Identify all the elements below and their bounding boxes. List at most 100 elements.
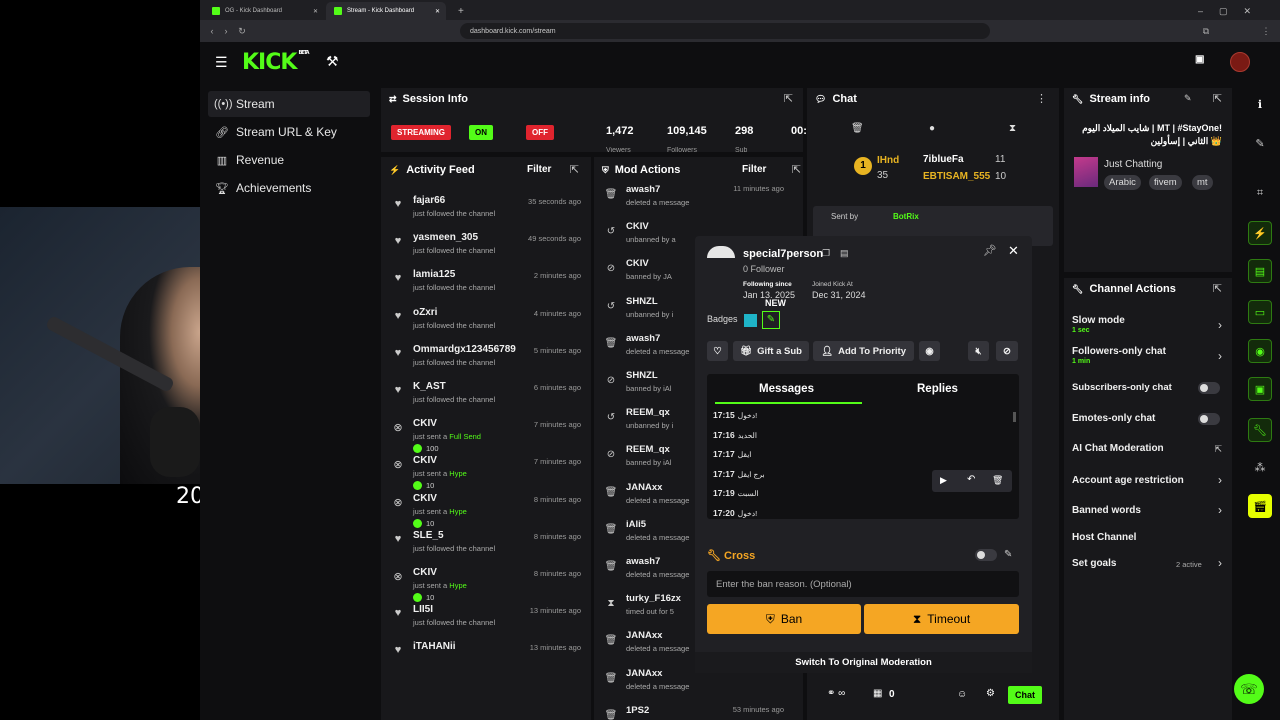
clapper-icon[interactable]: 🎬︎: [1248, 494, 1272, 518]
activity-filter-button[interactable]: Filter: [527, 164, 551, 175]
activity-item[interactable]: ♥ oZxri 4 minutes ago just followed the cha…: [391, 304, 581, 341]
popout-icon[interactable]: ⇱: [792, 163, 801, 176]
store-icon[interactable]: ▦: [873, 688, 882, 699]
on-toggle[interactable]: ON: [469, 125, 493, 140]
browser-tab-stream[interactable]: Stream - Kick Dashboard ✕: [326, 2, 446, 20]
extensions-icon[interactable]: ⧉: [1200, 25, 1212, 37]
username[interactable]: fajar66: [413, 195, 445, 206]
activity-item[interactable]: ♥ yasmeen_305 49 seconds ago just followed …: [391, 229, 581, 266]
extensions-icon[interactable]: ⁂: [1248, 455, 1272, 479]
activity-item[interactable]: ♥ lamia125 2 minutes ago just followed the …: [391, 266, 581, 303]
chevron-right-icon[interactable]: ›: [1218, 349, 1222, 363]
username[interactable]: REEM_qx: [626, 444, 670, 455]
close-icon[interactable]: ✕: [435, 8, 440, 15]
timeout-button[interactable]: ⧗ Timeout: [864, 604, 1019, 634]
switch-moderation-bar[interactable]: Switch To Original Moderation: [695, 652, 1032, 673]
browser-tab-og[interactable]: OG - Kick Dashboard ✕: [204, 2, 324, 20]
popout-icon[interactable]: ⇱: [784, 92, 793, 105]
profile-card-icon[interactable]: ▤: [840, 248, 849, 259]
edit-icon[interactable]: ✎: [1004, 549, 1012, 560]
username[interactable]: lamia125: [413, 269, 455, 280]
forward-icon[interactable]: ›: [220, 25, 232, 37]
more-options-icon[interactable]: ⋮: [1036, 92, 1047, 105]
popout-icon[interactable]: ⇱: [1213, 282, 1222, 295]
external-link-icon[interactable]: ⇱: [1214, 444, 1222, 455]
activity-item[interactable]: ♥ SLE_5 8 minutes ago just followed the cha…: [391, 527, 581, 564]
gift-sub-button[interactable]: 🎁︎ Gift a Sub: [733, 341, 809, 361]
chat-icon[interactable]: ▭: [1248, 300, 1272, 324]
username[interactable]: awash7: [626, 556, 660, 567]
username[interactable]: LII5I: [413, 604, 433, 615]
user-message[interactable]: 17:15 دخول!: [713, 410, 1013, 420]
cross-toggle[interactable]: [975, 549, 997, 561]
new-tab-button[interactable]: +: [450, 2, 466, 20]
chat-bubble-icon[interactable]: ●: [929, 123, 935, 134]
username[interactable]: oZxri: [413, 307, 437, 318]
username[interactable]: SLE_5: [413, 530, 444, 541]
mod-action-item[interactable]: 🗑︎ 1PS2 53 minutes ago: [604, 702, 794, 720]
followers-only-row[interactable]: Followers-only chat 1 min: [1072, 346, 1222, 365]
popout-icon[interactable]: ⇱: [570, 163, 579, 176]
activity-item[interactable]: ♥ iTAHANii 13 minutes ago: [391, 638, 581, 675]
chevron-right-icon[interactable]: ›: [1218, 556, 1222, 570]
back-icon[interactable]: ‹: [206, 25, 218, 37]
username[interactable]: JANAxx: [626, 482, 662, 493]
username[interactable]: 1PS2: [626, 705, 649, 716]
tag-chip[interactable]: Arabic: [1104, 175, 1141, 190]
activity-item[interactable]: ⊗ CKIV 8 minutes ago just sent a Hype 10: [391, 490, 581, 528]
nav-item-stream[interactable]: ((•)) Stream: [208, 91, 370, 117]
username[interactable]: JANAxx: [626, 668, 662, 679]
subs-only-toggle[interactable]: [1198, 382, 1220, 394]
chevron-right-icon[interactable]: ›: [1218, 318, 1222, 332]
user-message[interactable]: 17:16 الحديد: [713, 430, 1013, 440]
lightning-icon[interactable]: ⚡: [1248, 221, 1272, 245]
nav-item-stream-key[interactable]: 🔗︎ Stream URL & Key: [208, 119, 370, 145]
edit-badge-icon[interactable]: ✎: [762, 311, 780, 329]
popout-icon[interactable]: ⇱: [1213, 92, 1222, 105]
nav-item-revenue[interactable]: ▥ Revenue: [208, 147, 370, 173]
username[interactable]: SHNZL: [626, 296, 658, 307]
username[interactable]: CKIV: [413, 418, 437, 429]
scrollbar[interactable]: [1013, 412, 1016, 422]
broadcast-icon[interactable]: ◉: [1248, 339, 1272, 363]
close-icon[interactable]: ✕: [1008, 243, 1019, 259]
pin-icon[interactable]: 📌︎: [983, 244, 997, 257]
list-icon[interactable]: ▤: [1248, 259, 1272, 283]
username[interactable]: CKIV: [626, 221, 649, 232]
eye-icon[interactable]: ◉: [919, 341, 940, 361]
copy-icon[interactable]: ❐: [822, 248, 830, 259]
username[interactable]: iAli5: [626, 519, 646, 530]
user-message[interactable]: 17:19 السبت: [713, 488, 1013, 498]
mod-filter-button[interactable]: Filter: [742, 164, 766, 175]
settings-icon[interactable]: ⚙: [986, 688, 995, 699]
user-message[interactable]: 17:20 دخول!: [713, 508, 1013, 518]
username[interactable]: K_AST: [413, 381, 446, 392]
edit-icon[interactable]: ✎: [1184, 93, 1192, 104]
activity-item[interactable]: ♥ LII5I 13 minutes ago just followed the ch…: [391, 601, 581, 638]
user-message[interactable]: 17:17 برج ايقل: [713, 469, 1013, 479]
chat-send-button[interactable]: Chat: [1008, 686, 1042, 704]
support-button[interactable]: ☏: [1234, 674, 1264, 704]
username[interactable]: awash7: [626, 333, 660, 344]
tag-chip[interactable]: mt: [1192, 175, 1213, 190]
user-message[interactable]: 17:17 ايقل: [713, 449, 1013, 459]
screenshot-icon[interactable]: ⌗: [1248, 181, 1272, 205]
mod-action-item[interactable]: 🗑︎ awash7 deleted a message 11 minutes ago: [604, 181, 794, 218]
url-field[interactable]: dashboard.kick.com/stream: [460, 23, 990, 39]
category-name[interactable]: Just Chatting: [1104, 159, 1162, 170]
ai-moderation-row[interactable]: AI Chat Moderation: [1072, 443, 1222, 454]
avatar[interactable]: [1230, 52, 1250, 72]
add-priority-button[interactable]: 👤︎ Add To Priority: [813, 341, 914, 361]
kick-mod-icon[interactable]: ▣: [1195, 54, 1204, 65]
off-toggle[interactable]: OFF: [526, 125, 554, 140]
username[interactable]: CKIV: [413, 493, 437, 504]
host-channel-row[interactable]: Host Channel: [1072, 532, 1222, 543]
wrench-icon[interactable]: 🔧︎: [1248, 418, 1272, 442]
trash-icon[interactable]: 🗑︎: [851, 123, 864, 134]
username[interactable]: awash7: [626, 184, 660, 195]
banned-words-row[interactable]: Banned words: [1072, 505, 1222, 516]
emotes-only-toggle[interactable]: [1198, 413, 1220, 425]
mute-icon[interactable]: 🔇︎: [968, 341, 989, 361]
activity-item[interactable]: ♥ K_AST 6 minutes ago just followed the cha…: [391, 378, 581, 415]
chevron-right-icon[interactable]: ›: [1218, 473, 1222, 487]
